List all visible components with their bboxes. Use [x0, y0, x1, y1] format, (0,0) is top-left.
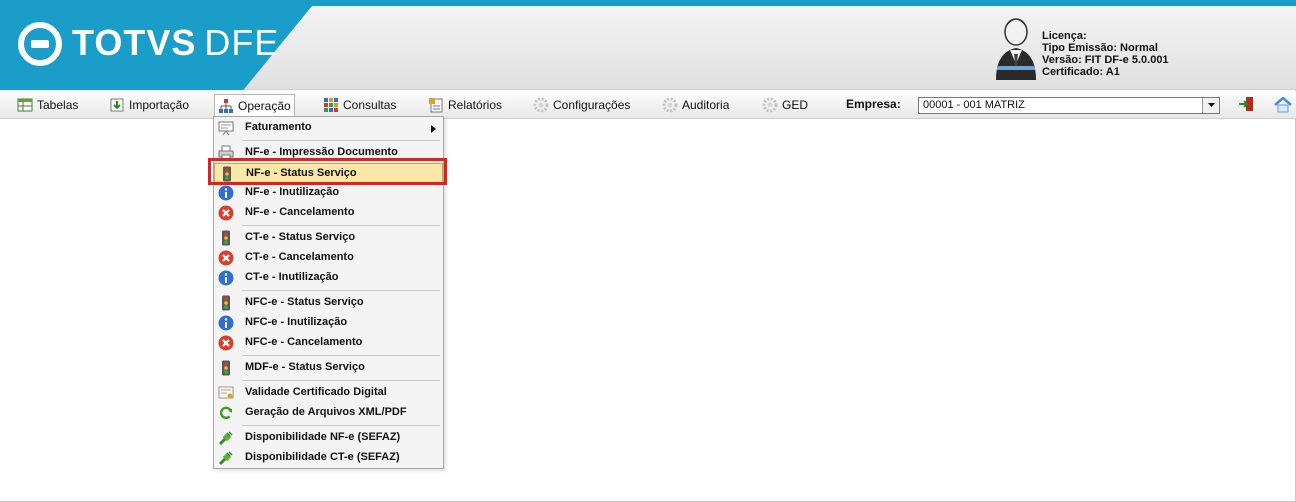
menu-item-label: CT-e - Status Serviço: [245, 231, 356, 243]
menu-item-nfe-cancelamento[interactable]: NF-e - Cancelamento: [214, 203, 443, 223]
menu-relatorios-label: Relatórios: [448, 98, 503, 112]
plug-icon: [218, 431, 233, 446]
brand-product: DFE: [204, 22, 280, 63]
menu-configuracoes-label: Configurações: [553, 98, 631, 112]
certificate-info: Certificado: A1: [1042, 66, 1120, 78]
menu-tabelas-label: Tabelas: [37, 98, 79, 112]
menu-item-label: Disponibilidade CT-e (SEFAZ): [245, 451, 400, 463]
traffic-light-icon: [222, 295, 230, 311]
menu-item-label: NF-e - Inutilização: [245, 186, 340, 198]
menu-item-validade-certificado[interactable]: Validade Certificado Digital: [214, 383, 443, 403]
menu-separator: [242, 380, 440, 381]
menu-separator: [242, 140, 440, 141]
menu-auditoria-label: Auditoria: [682, 98, 730, 112]
menu-consultas[interactable]: Consultas: [320, 95, 399, 115]
gear-icon: [533, 97, 549, 113]
menu-relatorios[interactable]: Relatórios: [425, 95, 505, 115]
menu-item-disponibilidade-nfe[interactable]: Disponibilidade NF-e (SEFAZ): [214, 428, 443, 448]
menu-item-nfce-inutilizacao[interactable]: NFC-e - Inutilização: [214, 313, 443, 333]
menu-ged-label: GED: [782, 98, 809, 112]
menu-tabelas[interactable]: Tabelas: [14, 95, 81, 115]
menu-item-label: NF-e - Cancelamento: [245, 206, 355, 218]
menu-separator: [242, 355, 440, 356]
info-icon: [218, 270, 234, 286]
gear-icon: [662, 97, 678, 113]
brand-name: TOTVS DFE: [72, 18, 279, 68]
emission-type: Tipo Emissão: Normal: [1042, 42, 1158, 54]
version-info: Versão: FIT DF-e 5.0.001: [1042, 54, 1169, 66]
report-icon: [429, 98, 443, 113]
menu-item-faturamento[interactable]: Faturamento: [214, 118, 443, 138]
cancel-icon: [218, 335, 234, 351]
menu-item-label: Validade Certificado Digital: [245, 386, 387, 398]
menu-bar: Tabelas Importação Operação Consultas Re…: [0, 91, 1296, 119]
cancel-icon: [218, 250, 234, 266]
info-icon: [218, 315, 234, 331]
certificate-icon: [218, 386, 234, 399]
menu-item-label: NFC-e - Inutilização: [245, 316, 348, 328]
menu-separator: [242, 425, 440, 426]
menu-separator: [242, 225, 440, 226]
menu-item-geracao-xml-pdf[interactable]: Geração de Arquivos XML/PDF: [214, 403, 443, 423]
menu-separator: [242, 290, 440, 291]
empresa-select-value: 00001 - 001 MATRIZ: [923, 99, 1025, 111]
brand-title: TOTVS: [72, 22, 197, 63]
submenu-arrow-icon: [431, 125, 436, 133]
gear-icon: [762, 97, 778, 113]
license-info: Licença: Tipo Emissão: Normal Versão: FI…: [1042, 30, 1169, 78]
org-chart-icon: [219, 98, 233, 113]
menu-item-label: Disponibilidade NF-e (SEFAZ): [245, 431, 401, 443]
import-icon: [110, 98, 124, 112]
menu-item-disponibilidade-cte[interactable]: Disponibilidade CT-e (SEFAZ): [214, 448, 443, 468]
menu-operacao[interactable]: Operação: [214, 94, 295, 116]
menu-ged[interactable]: GED: [759, 95, 811, 115]
chevron-down-icon[interactable]: [1202, 98, 1219, 113]
traffic-light-icon: [222, 230, 230, 246]
highlight-callout-box: [208, 158, 447, 185]
menu-item-mdfe-status-servico[interactable]: MDF-e - Status Serviço: [214, 358, 443, 378]
menu-item-label: Faturamento: [245, 121, 312, 133]
menu-item-nfce-status-servico[interactable]: NFC-e - Status Serviço: [214, 293, 443, 313]
menu-operacao-label: Operação: [238, 98, 291, 113]
grid-icon: [324, 98, 338, 112]
menu-item-cte-inutilizacao[interactable]: CT-e - Inutilização: [214, 268, 443, 288]
menu-importacao-label: Importação: [129, 98, 190, 112]
menu-auditoria[interactable]: Auditoria: [659, 95, 732, 115]
menu-consultas-label: Consultas: [343, 98, 397, 112]
menu-item-nfe-inutilizacao[interactable]: NF-e - Inutilização: [214, 183, 443, 203]
billing-icon: [218, 121, 234, 136]
refresh-icon: [219, 406, 233, 420]
user-avatar-icon: [996, 18, 1036, 80]
empresa-label: Empresa:: [846, 97, 901, 111]
totvs-logo-icon: [18, 22, 62, 66]
license-label: Licença:: [1042, 30, 1087, 42]
menu-item-label: NF-e - Impressão Documento: [245, 146, 398, 158]
menu-item-label: CT-e - Inutilização: [245, 271, 339, 283]
menu-item-label: CT-e - Cancelamento: [245, 251, 354, 263]
table-icon: [17, 98, 33, 112]
info-icon: [218, 185, 234, 201]
home-icon[interactable]: [1274, 97, 1292, 113]
app-window: TOTVS DFE Licença: Tipo Emissão: Normal V…: [0, 0, 1296, 502]
empresa-select[interactable]: 00001 - 001 MATRIZ: [918, 97, 1220, 114]
traffic-light-icon: [222, 360, 230, 376]
menu-item-cte-status-servico[interactable]: CT-e - Status Serviço: [214, 228, 443, 248]
menu-item-label: MDF-e - Status Serviço: [245, 361, 365, 373]
menu-item-label: Geração de Arquivos XML/PDF: [245, 406, 407, 418]
menu-item-nfce-cancelamento[interactable]: NFC-e - Cancelamento: [214, 333, 443, 353]
menu-item-cte-cancelamento[interactable]: CT-e - Cancelamento: [214, 248, 443, 268]
cancel-icon: [218, 205, 234, 221]
exit-icon[interactable]: [1238, 96, 1254, 112]
menu-item-label: NFC-e - Status Serviço: [245, 296, 364, 308]
menu-configuracoes[interactable]: Configurações: [530, 95, 633, 115]
menu-item-label: NFC-e - Cancelamento: [245, 336, 363, 348]
plug-icon: [218, 451, 233, 466]
menu-importacao[interactable]: Importação: [106, 95, 192, 115]
